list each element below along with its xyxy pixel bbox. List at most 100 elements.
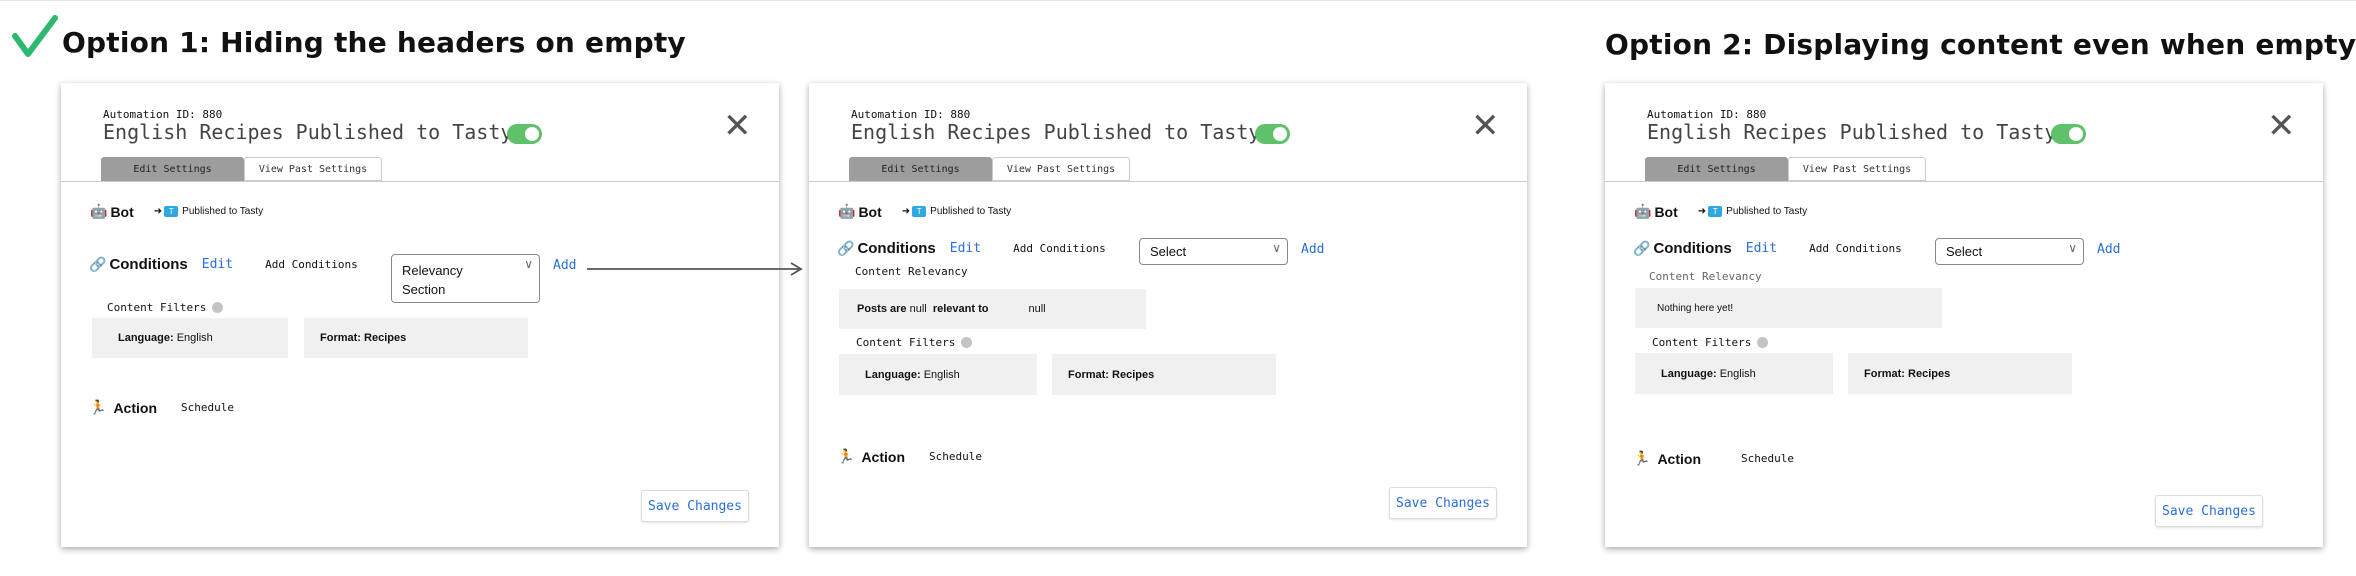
info-dot-icon[interactable] — [1757, 337, 1769, 348]
bot-label: Bot — [1654, 203, 1678, 220]
relevancy-empty-chip: Nothing here yet! — [1635, 288, 1942, 328]
tab-view-past-settings[interactable]: View Past Settings — [244, 157, 382, 181]
content-filters-label: Content Filters — [1652, 336, 1752, 349]
info-dot-icon[interactable] — [961, 337, 973, 348]
language-key: Language: — [118, 332, 174, 344]
tab-edit-settings[interactable]: Edit Settings — [849, 157, 992, 181]
tab-view-past-settings[interactable]: View Past Settings — [1788, 157, 1926, 181]
format-key: Format: — [320, 332, 361, 344]
action-row: 🏃 Action Schedule — [837, 448, 982, 465]
bot-icon: 🤖 — [1634, 203, 1652, 219]
bot-row: 🤖 Bot ➜ T Published to Tasty — [90, 203, 263, 220]
bot-label: Bot — [110, 203, 134, 220]
conditions-label: Conditions — [857, 240, 936, 257]
action-row: 🏃 Action Schedule — [89, 399, 234, 416]
tasty-tag-icon: T — [1708, 206, 1723, 217]
published-label: Published to Tasty — [1726, 206, 1808, 217]
tab-divider — [1605, 181, 2323, 182]
running-person-icon: 🏃 — [1633, 450, 1651, 466]
select-value: Select — [1150, 244, 1187, 259]
edit-conditions-link[interactable]: Edit — [202, 257, 233, 272]
link-icon: 🔗 — [1633, 240, 1651, 256]
arrow-right-icon: ➜ — [901, 206, 911, 217]
close-icon[interactable]: ✕ — [723, 109, 752, 143]
save-changes-button[interactable]: Save Changes — [1389, 487, 1497, 519]
info-dot-icon[interactable] — [212, 302, 224, 313]
active-toggle[interactable] — [1255, 124, 1290, 144]
chevron-down-icon: ∨ — [524, 257, 533, 271]
select-value-line2: Section — [402, 282, 446, 297]
link-icon: 🔗 — [837, 240, 855, 256]
add-condition-link[interactable]: Add — [2097, 242, 2120, 257]
transition-arrow-icon — [587, 262, 803, 276]
tasty-tag-icon: T — [912, 206, 927, 217]
checkmark-icon — [12, 15, 58, 57]
language-key: Language: — [1661, 367, 1717, 380]
add-condition-link[interactable]: Add — [553, 258, 576, 273]
action-row: 🏃 Action Schedule — [1633, 450, 1794, 467]
language-value: English — [1719, 367, 1756, 380]
active-toggle[interactable] — [2051, 124, 2086, 144]
content-filters-heading: Content Filters — [107, 301, 224, 314]
conditions-select[interactable]: Select ∨ — [1139, 238, 1288, 265]
tab-divider — [61, 181, 779, 182]
relevancy-null-1: null — [909, 303, 927, 315]
bot-row: 🤖 Bot ➜ T Published to Tasty — [838, 203, 1011, 220]
conditions-label: Conditions — [109, 256, 188, 273]
edit-conditions-link[interactable]: Edit — [1746, 241, 1777, 256]
format-key: Format: — [1068, 368, 1109, 381]
conditions-row: 🔗 Conditions Edit Add Conditions — [89, 256, 358, 273]
add-conditions-label: Add Conditions — [265, 258, 358, 271]
format-value: Recipes — [364, 332, 407, 344]
tab-edit-settings[interactable]: Edit Settings — [101, 157, 244, 181]
content-filters-heading: Content Filters — [1652, 336, 1769, 349]
add-conditions-label: Add Conditions — [1809, 242, 1902, 255]
relevancy-mid-label: relevant to — [932, 303, 989, 315]
conditions-row: 🔗 Conditions Edit Add Conditions — [837, 240, 1106, 257]
save-changes-button[interactable]: Save Changes — [2155, 495, 2263, 527]
format-filter-chip: Format: Recipes — [1052, 354, 1276, 395]
action-label: Action — [113, 399, 157, 416]
add-condition-link[interactable]: Add — [1301, 242, 1324, 257]
edit-conditions-link[interactable]: Edit — [950, 241, 981, 256]
active-toggle[interactable] — [507, 124, 542, 144]
conditions-row: 🔗 Conditions Edit Add Conditions — [1633, 240, 1902, 257]
top-divider — [0, 0, 2356, 1]
relevancy-chip: Posts are null relevant to null — [839, 289, 1146, 329]
automation-title: English Recipes Published to Tasty — [1647, 120, 2057, 144]
bot-icon: 🤖 — [90, 203, 108, 219]
content-relevancy-heading: Content Relevancy — [1649, 270, 1762, 283]
format-value: Recipes — [1908, 367, 1951, 380]
option2-heading: Option 2: Displaying content even when e… — [1605, 28, 2356, 61]
conditions-select[interactable]: Select ∨ — [1935, 238, 2084, 265]
save-changes-button[interactable]: Save Changes — [641, 490, 749, 522]
action-label: Action — [1657, 450, 1701, 467]
content-filters-heading: Content Filters — [856, 336, 973, 349]
close-icon[interactable]: ✕ — [2267, 109, 2296, 143]
automation-title: English Recipes Published to Tasty — [851, 120, 1261, 144]
automation-panel-option1-expanded: Automation ID: 880 English Recipes Publi… — [809, 83, 1527, 547]
conditions-label: Conditions — [1653, 240, 1732, 257]
chevron-down-icon: ∨ — [2068, 241, 2077, 255]
published-label: Published to Tasty — [182, 206, 264, 217]
format-value: Recipes — [1112, 368, 1155, 381]
tab-edit-settings[interactable]: Edit Settings — [1645, 157, 1788, 181]
content-filters-label: Content Filters — [856, 336, 956, 349]
running-person-icon: 🏃 — [837, 448, 855, 464]
language-key: Language: — [865, 368, 921, 381]
schedule-value: Schedule — [929, 450, 982, 463]
empty-state-text: Nothing here yet! — [1657, 302, 1734, 314]
tab-view-past-settings[interactable]: View Past Settings — [992, 157, 1130, 181]
close-icon[interactable]: ✕ — [1471, 109, 1500, 143]
language-filter-chip: Language: English — [1635, 353, 1833, 394]
content-relevancy-heading: Content Relevancy — [855, 265, 968, 278]
language-value: English — [176, 332, 213, 344]
published-label: Published to Tasty — [930, 206, 1012, 217]
running-person-icon: 🏃 — [89, 399, 107, 415]
tab-divider — [809, 181, 1527, 182]
link-icon: 🔗 — [89, 256, 107, 272]
chevron-down-icon: ∨ — [1272, 241, 1281, 255]
conditions-select[interactable]: Relevancy Section ∨ — [391, 254, 540, 303]
language-filter-chip: Language: English — [839, 354, 1037, 395]
select-value: Select — [1946, 244, 1983, 259]
